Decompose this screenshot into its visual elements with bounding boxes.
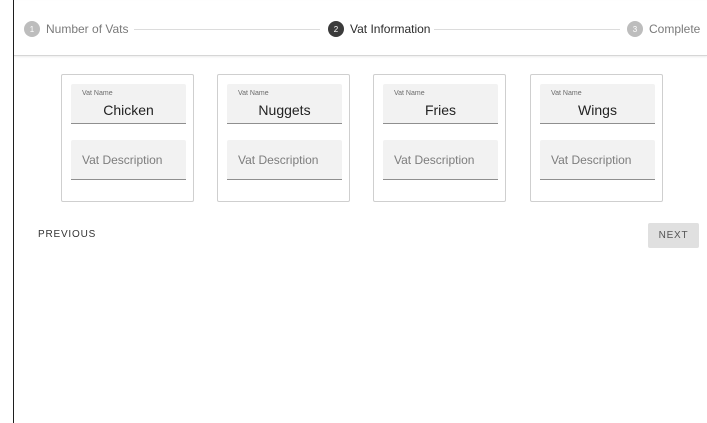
vat-name-value: Fries	[424, 102, 457, 118]
vat-description-placeholder: Vat Description	[551, 153, 632, 167]
vat-name-value: Nuggets	[258, 102, 311, 118]
step-1-circle-icon: 1	[24, 21, 40, 37]
vat-name-field[interactable]: Vat Name Wings	[540, 84, 655, 124]
previous-button[interactable]: PREVIOUS	[38, 229, 96, 240]
vat-card-nuggets: Vat Name Nuggets Vat Description	[217, 74, 350, 202]
vat-cards: Vat Name Chicken Vat Description Vat Nam…	[0, 74, 707, 204]
vat-description-placeholder: Vat Description	[238, 153, 319, 167]
vat-card-wings: Vat Name Wings Vat Description	[530, 74, 663, 202]
step-3-label: Complete	[649, 22, 701, 36]
step-2-circle-icon: 2	[328, 21, 344, 37]
vat-name-field[interactable]: Vat Name Chicken	[71, 84, 186, 124]
step-vat-information[interactable]: 2 Vat Information	[328, 20, 430, 38]
next-button[interactable]: NEXT	[648, 223, 699, 248]
vat-description-placeholder: Vat Description	[82, 153, 163, 167]
vat-card-fries: Vat Name Fries Vat Description	[373, 74, 506, 202]
step-complete[interactable]: 3 Complete	[627, 20, 700, 38]
vat-description-field[interactable]: Vat Description	[540, 140, 655, 180]
vat-name-label: Vat Name	[551, 90, 582, 97]
step-1-label: Number of Vats	[46, 22, 129, 36]
vat-name-label: Vat Name	[394, 90, 425, 97]
stepper: 1 Number of Vats 2 Vat Information 3 Com…	[14, 1, 707, 56]
vat-name-label: Vat Name	[82, 90, 113, 97]
vat-name-value: Chicken	[103, 102, 154, 118]
vat-card-chicken: Vat Name Chicken Vat Description	[61, 74, 194, 202]
step-2-label: Vat Information	[350, 22, 431, 36]
vat-name-field[interactable]: Vat Name Fries	[383, 84, 498, 124]
vat-name-value: Wings	[578, 102, 617, 118]
vat-description-field[interactable]: Vat Description	[71, 140, 186, 180]
page-frame	[13, 0, 707, 423]
step-number-of-vats[interactable]: 1 Number of Vats	[24, 20, 128, 38]
step-3-circle-icon: 3	[627, 21, 643, 37]
vat-name-label: Vat Name	[238, 90, 269, 97]
step-connector-1	[134, 29, 320, 30]
vat-description-field[interactable]: Vat Description	[227, 140, 342, 180]
vat-description-placeholder: Vat Description	[394, 153, 475, 167]
step-connector-2	[434, 29, 620, 30]
vat-name-field[interactable]: Vat Name Nuggets	[227, 84, 342, 124]
vat-description-field[interactable]: Vat Description	[383, 140, 498, 180]
